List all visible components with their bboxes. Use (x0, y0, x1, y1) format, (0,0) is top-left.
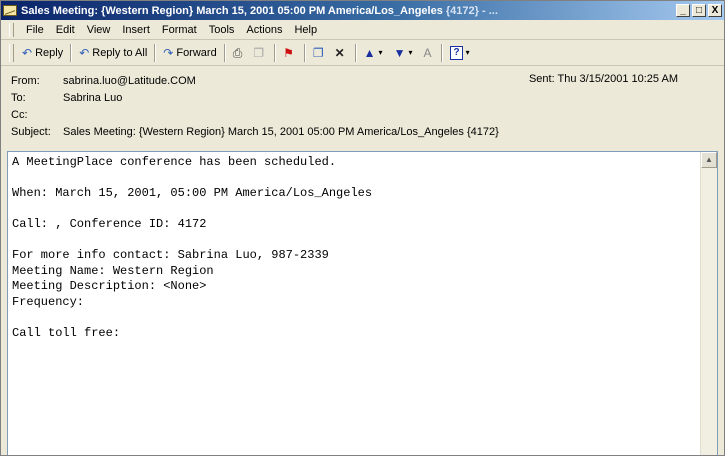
cc-row: Cc: (11, 106, 724, 123)
vertical-scrollbar[interactable]: ▲ (700, 152, 717, 455)
next-item-button[interactable]: ▼ ▾ (390, 43, 420, 63)
delete-button[interactable]: ✕ (331, 43, 352, 63)
minimize-button[interactable]: _ (676, 4, 690, 17)
delete-icon: ✕ (334, 45, 345, 60)
to-label: To: (11, 91, 26, 104)
print-button[interactable]: ⎙ (229, 43, 250, 63)
sent-value: Thu 3/15/2001 10:25 AM (557, 73, 678, 85)
flag-button[interactable]: ⚑ (279, 43, 301, 63)
reply-label: Reply (35, 46, 64, 59)
window-controls: _ □ X (676, 4, 722, 17)
body-line: For more info contact: Sabrina Luo, 987-… (12, 248, 329, 262)
chevron-down-icon: ▾ (378, 47, 383, 57)
menu-insert[interactable]: Insert (116, 24, 156, 36)
body-line: When: March 15, 2001, 05:00 PM America/L… (12, 186, 373, 200)
message-body[interactable]: A MeetingPlace conference has been sched… (7, 151, 718, 455)
body-line (12, 233, 713, 249)
standard-toolbar: ↶ Reply ↶ Reply to All ↷ Forward ⎙ ❐ ⚑ ❐… (1, 40, 724, 66)
window-title-tail: {4172} - ... (445, 4, 498, 17)
reply-all-icon: ↶ (79, 45, 90, 60)
next-item-icon: ▼ (393, 45, 406, 60)
menu-format[interactable]: Format (156, 24, 203, 36)
flag-icon: ⚑ (283, 45, 294, 60)
chevron-down-icon: ▾ (408, 47, 413, 57)
toolbar-separator (154, 43, 157, 62)
to-value[interactable]: Sabrina Luo (63, 92, 122, 104)
print-icon: ⎙ (232, 45, 243, 60)
forward-label: Forward (176, 46, 217, 59)
move-to-folder-icon: ❐ (312, 45, 324, 60)
window-title: Sales Meeting: {Western Region} March 15… (21, 5, 676, 17)
menu-bar: File Edit View Insert Format Tools Actio… (1, 20, 724, 40)
reply-all-button[interactable]: ↶ Reply to All (75, 43, 151, 63)
move-to-folder-button[interactable]: ❐ (309, 43, 331, 63)
body-line (12, 310, 713, 326)
toolbar-grip[interactable] (9, 43, 14, 62)
menu-help[interactable]: Help (288, 24, 323, 36)
close-button[interactable]: X (708, 4, 722, 17)
menu-tools[interactable]: Tools (203, 24, 241, 36)
font-size-icon: A (423, 45, 432, 60)
to-row: To: Sabrina Luo (11, 89, 724, 106)
body-line: Frequency: (12, 294, 85, 309)
chevron-down-icon: ▾ (465, 47, 470, 57)
copy-button[interactable]: ❐ (249, 43, 271, 63)
body-line: Meeting Description: <None> (12, 279, 207, 293)
reply-all-label: Reply to All (92, 46, 148, 59)
sent-field: Sent: Thu 3/15/2001 10:25 AM (529, 73, 678, 85)
toolbar-separator (223, 43, 226, 62)
body-line (12, 171, 713, 187)
subject-value: Sales Meeting: {Western Region} March 15… (63, 125, 499, 138)
body-line: Call toll free: (12, 325, 121, 340)
from-label: From: (11, 74, 40, 87)
toolbar-separator (303, 43, 306, 62)
sent-label: Sent: (528, 73, 555, 85)
from-value[interactable]: sabrina.luo@Latitude.COM (63, 75, 196, 87)
forward-icon: ↷ (163, 45, 174, 60)
body-line: Call: , Conference ID: 4172 (12, 217, 207, 231)
help-icon: ? (450, 45, 463, 60)
body-line (12, 202, 713, 218)
previous-item-icon: ▲ (363, 45, 376, 60)
copy-icon: ❐ (253, 45, 265, 60)
scroll-up-button[interactable]: ▲ (701, 152, 717, 168)
menu-grip[interactable] (9, 22, 14, 37)
menu-edit[interactable]: Edit (50, 24, 81, 36)
help-button[interactable]: ? ▾ (446, 43, 476, 63)
title-bar[interactable]: Sales Meeting: {Western Region} March 15… (1, 1, 724, 20)
subject-label: Subject: (11, 125, 51, 138)
subject-row: Subject: Sales Meeting: {Western Region}… (11, 123, 724, 140)
maximize-button[interactable]: □ (692, 4, 706, 17)
toolbar-separator (441, 43, 444, 62)
menu-actions[interactable]: Actions (240, 24, 288, 36)
menu-view[interactable]: View (81, 24, 117, 36)
message-window: Sales Meeting: {Western Region} March 15… (0, 0, 725, 456)
previous-item-button[interactable]: ▲ ▾ (360, 43, 390, 63)
message-header: From: sabrina.luo@Latitude.COM To: Sabri… (1, 66, 724, 150)
toolbar-separator (354, 43, 357, 62)
body-line: A MeetingPlace conference has been sched… (12, 155, 337, 169)
reply-icon: ↶ (22, 45, 33, 60)
reply-button[interactable]: ↶ Reply (18, 43, 67, 63)
message-body-text[interactable]: A MeetingPlace conference has been sched… (8, 152, 717, 344)
envelope-icon (3, 5, 17, 16)
cc-label: Cc: (11, 108, 28, 121)
font-size-button[interactable]: A (419, 43, 438, 63)
window-title-main: Sales Meeting: {Western Region} March 15… (21, 4, 443, 17)
toolbar-separator (70, 43, 73, 62)
menu-file[interactable]: File (20, 24, 50, 36)
body-line: Meeting Name: Western Region (12, 263, 214, 278)
forward-button[interactable]: ↷ Forward (159, 43, 220, 63)
toolbar-separator (274, 43, 277, 62)
